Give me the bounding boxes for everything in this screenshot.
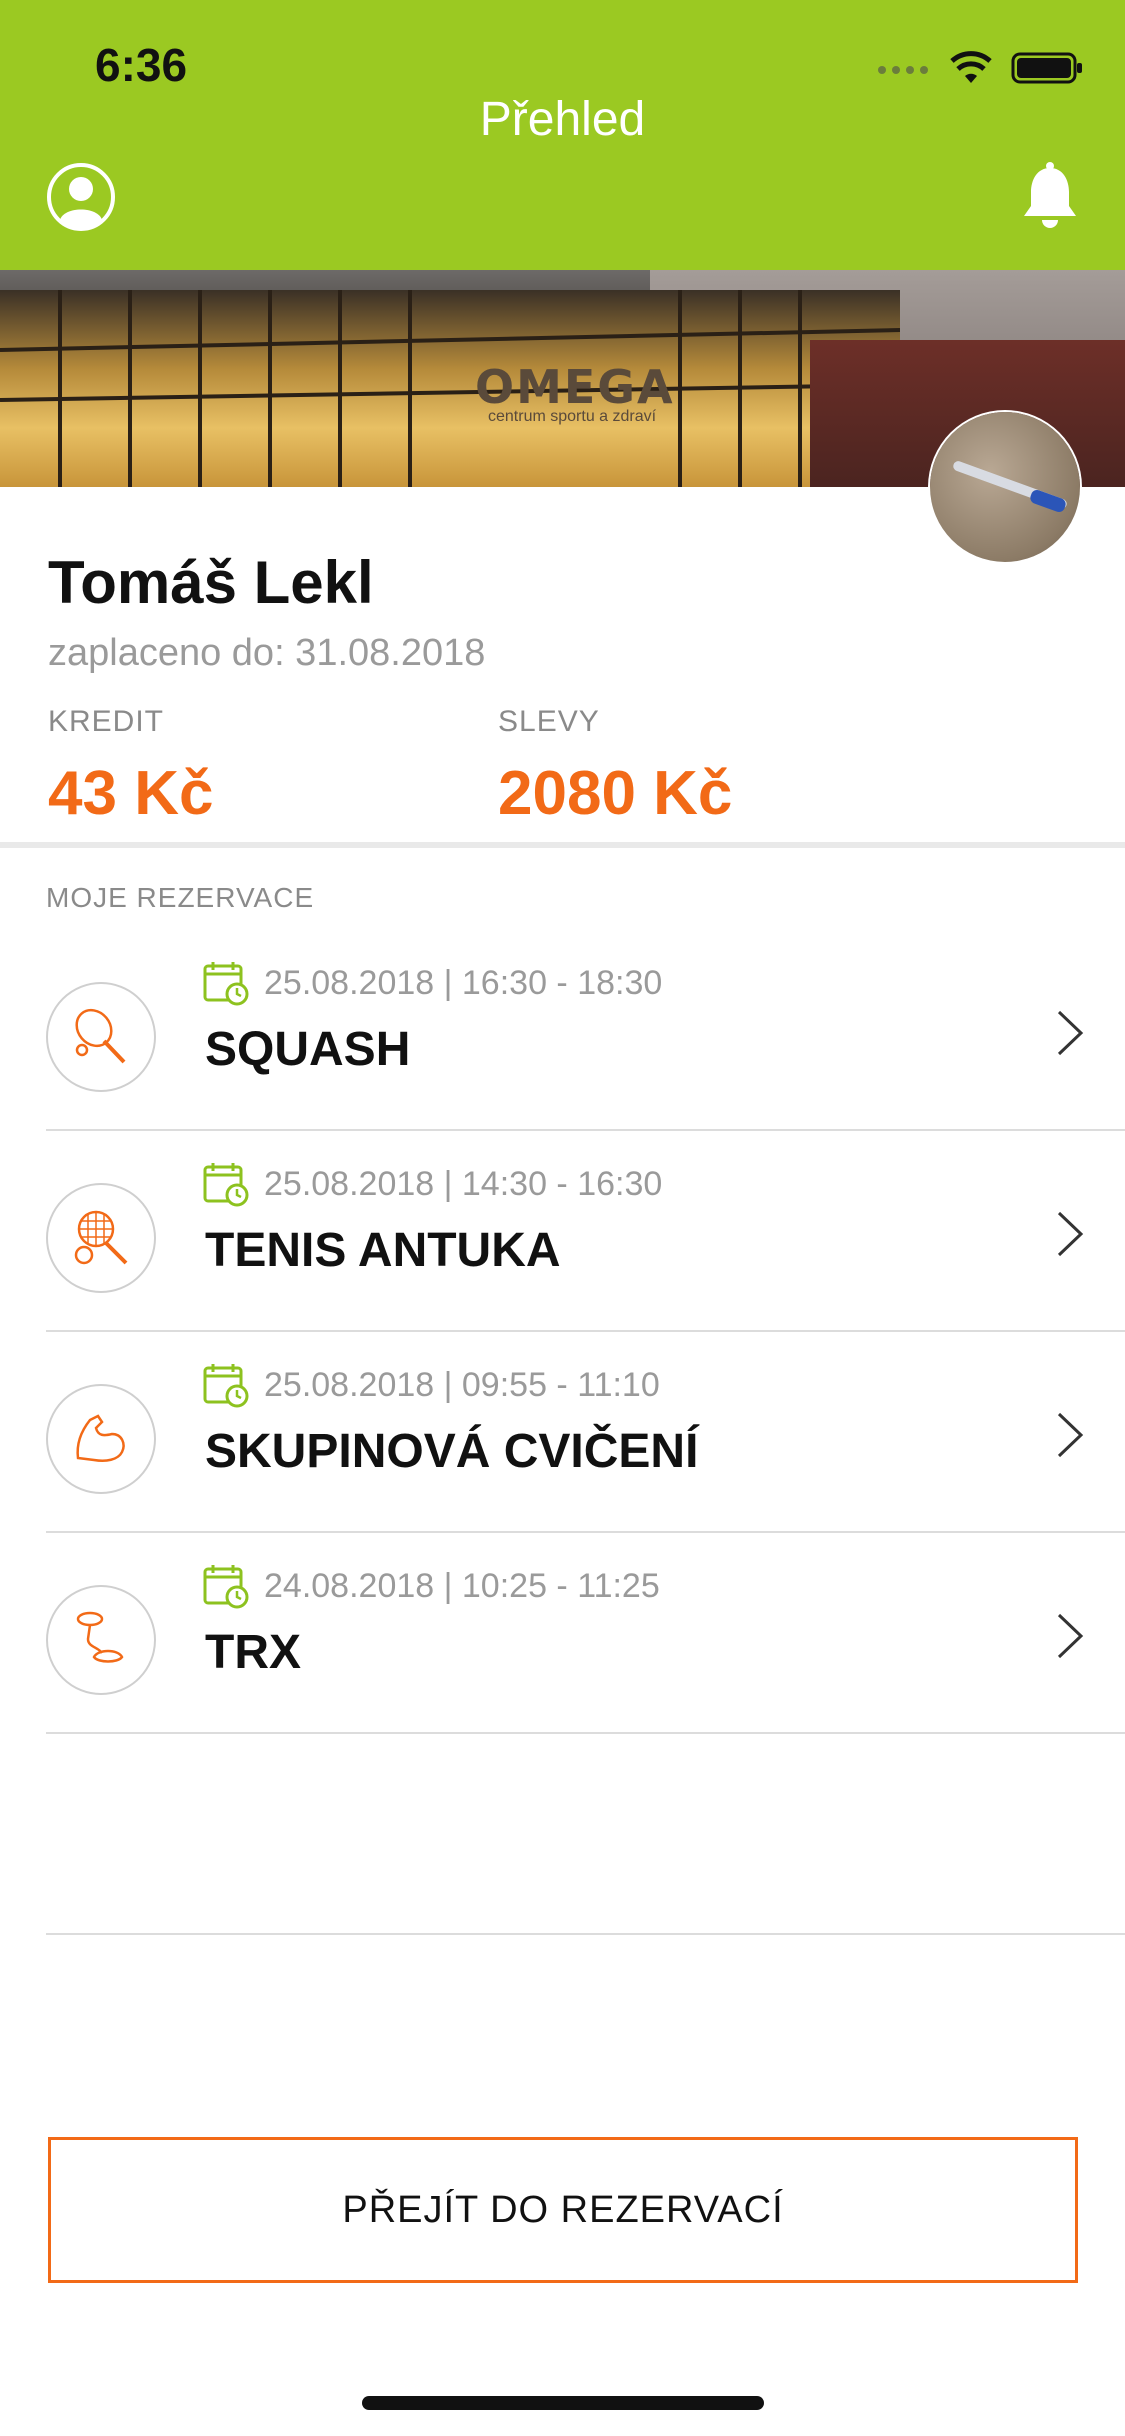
chevron-right-icon	[1057, 1211, 1084, 1257]
profile-photo[interactable]	[930, 412, 1080, 562]
reservation-row[interactable]: 25.08.2018 | 14:30 - 16:30 TENIS ANTUKA	[0, 1131, 1125, 1331]
reservation-date: 25.08.2018 | 09:55 - 11:10	[264, 1366, 660, 1404]
calendar-clock-icon	[203, 962, 249, 1006]
calendar-clock-icon	[203, 1163, 249, 1207]
status-icons	[877, 48, 1085, 88]
reservation-row[interactable]: 24.08.2018 | 10:25 - 11:25 TRX	[0, 1533, 1125, 1733]
reservation-name: TRX	[205, 1626, 301, 1679]
banner-window-grid	[0, 290, 900, 487]
chevron-right-icon	[1057, 1010, 1084, 1056]
section-divider	[0, 842, 1125, 848]
home-indicator[interactable]	[362, 2396, 764, 2410]
reservation-row[interactable]: 25.08.2018 | 09:55 - 11:10 SKUPINOVÁ CVI…	[0, 1332, 1125, 1532]
reservation-name: SKUPINOVÁ CVIČENÍ	[205, 1425, 699, 1478]
discounts-label: SLEVY	[498, 705, 600, 738]
credit-label: KREDIT	[48, 705, 165, 738]
chevron-right-icon	[1057, 1613, 1084, 1659]
top-bar: 6:36 Přehled	[0, 0, 1125, 270]
person-circle-icon[interactable]	[46, 162, 116, 232]
reservation-date: 24.08.2018 | 10:25 - 11:25	[264, 1567, 660, 1605]
reservations-section-title: MOJE REZERVACE	[46, 882, 315, 913]
sport-icon-circle	[46, 1384, 156, 1494]
sport-icon-circle	[46, 982, 156, 1092]
calendar-clock-icon	[203, 1364, 249, 1408]
signal-icon	[878, 66, 928, 74]
discounts-value: 2080 Kč	[498, 759, 733, 828]
chevron-right-icon	[1057, 1412, 1084, 1458]
reservation-date: 25.08.2018 | 16:30 - 18:30	[264, 964, 663, 1002]
battery-icon	[1011, 52, 1082, 84]
row-divider	[46, 1933, 1125, 1935]
trx-strap-icon	[76, 1611, 124, 1663]
photo-pen-cap	[1028, 488, 1068, 514]
user-name: Tomáš Lekl	[48, 549, 374, 616]
calendar-clock-icon	[203, 1565, 249, 1609]
reservation-row[interactable]: 25.08.2018 | 16:30 - 18:30 SQUASH	[0, 930, 1125, 1130]
reservation-name: TENIS ANTUKA	[205, 1224, 561, 1277]
go-to-reservations-button[interactable]: PŘEJÍT DO REZERVACÍ	[48, 2137, 1078, 2283]
reservation-date: 25.08.2018 | 14:30 - 16:30	[264, 1165, 663, 1203]
banner-brand-subtitle: centrum sportu a zdraví	[488, 408, 657, 425]
row-divider	[46, 1732, 1125, 1734]
reservation-name: SQUASH	[205, 1023, 411, 1076]
bell-icon[interactable]	[1019, 162, 1081, 232]
bicep-icon	[76, 1414, 125, 1462]
tennis-racket-icon	[74, 1210, 128, 1265]
page-title: Přehled	[479, 93, 646, 146]
credit-value: 43 Kč	[48, 759, 214, 828]
status-time: 6:36	[95, 39, 188, 91]
wifi-icon	[950, 51, 992, 83]
sport-icon-circle	[46, 1183, 156, 1293]
paid-until: zaplaceno do: 31.08.2018	[48, 632, 486, 674]
sport-icon-circle	[46, 1585, 156, 1695]
banner-brand-logo: OMEGA	[475, 360, 675, 414]
squash-racket-icon	[75, 1008, 126, 1064]
